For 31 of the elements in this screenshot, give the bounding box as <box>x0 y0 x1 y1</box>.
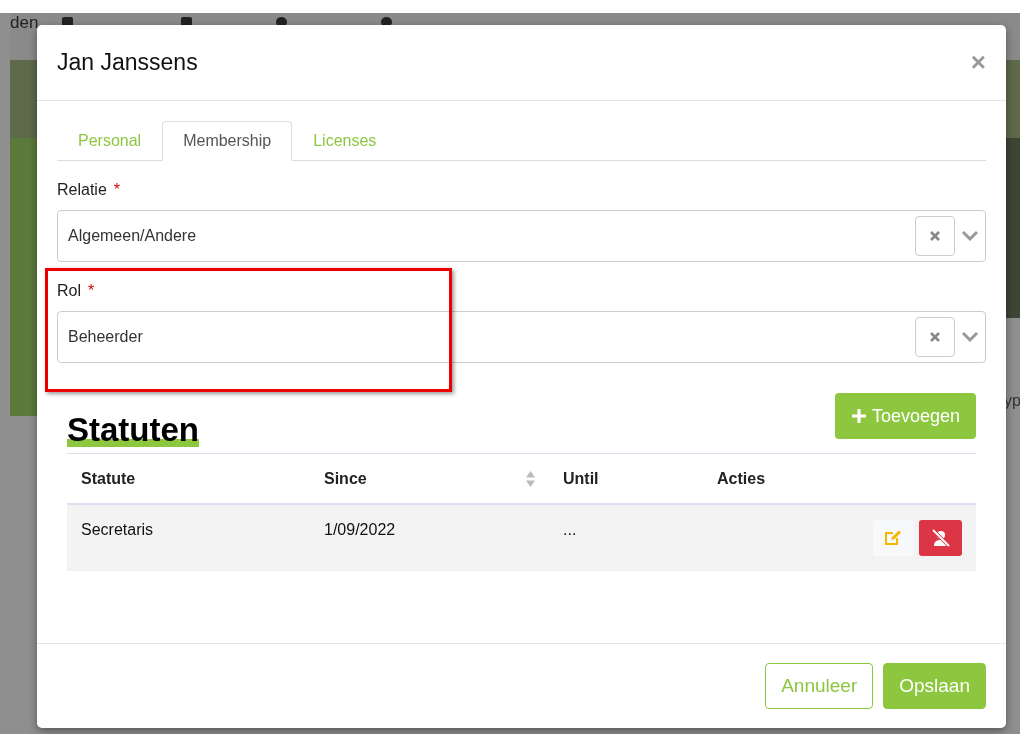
column-header: Since <box>324 469 367 488</box>
required-mark: * <box>88 282 95 301</box>
add-button[interactable]: Toevoegen <box>834 393 976 439</box>
remove-user-button[interactable] <box>919 520 962 556</box>
column-header: Acties <box>717 469 766 488</box>
tab[interactable]: Personal <box>57 121 163 161</box>
edit-button[interactable] <box>873 520 913 556</box>
select-field[interactable]: Algemeen/Andere <box>57 210 986 262</box>
column-header: Statute <box>81 469 136 488</box>
modal-title: Jan Janssens <box>57 49 198 76</box>
table-cell: ... <box>563 521 577 538</box>
table-cell: Secretaris <box>81 521 154 538</box>
clear-icon[interactable] <box>915 317 955 357</box>
tab[interactable]: Licenses <box>292 121 398 161</box>
required-mark: * <box>113 181 121 200</box>
edit-icon <box>884 530 902 546</box>
tab[interactable]: Membership <box>162 121 293 161</box>
chevron-down-icon[interactable] <box>961 331 979 343</box>
user-slash-icon <box>930 529 951 547</box>
save-button[interactable]: Opslaan <box>883 663 986 709</box>
close-button[interactable]: × <box>970 47 986 78</box>
table-cell: 1/09/2022 <box>324 521 396 538</box>
plus-icon <box>850 408 867 424</box>
clear-icon[interactable] <box>915 216 955 256</box>
field-label: Relatie <box>57 181 107 200</box>
column-header: Until <box>563 469 599 488</box>
chevron-down-icon[interactable] <box>961 230 979 242</box>
cancel-button[interactable]: Annuleer <box>765 663 874 709</box>
select-field[interactable]: Beheerder <box>57 311 986 363</box>
field-label: Rol <box>57 282 81 301</box>
sort-icon[interactable] <box>526 470 535 487</box>
